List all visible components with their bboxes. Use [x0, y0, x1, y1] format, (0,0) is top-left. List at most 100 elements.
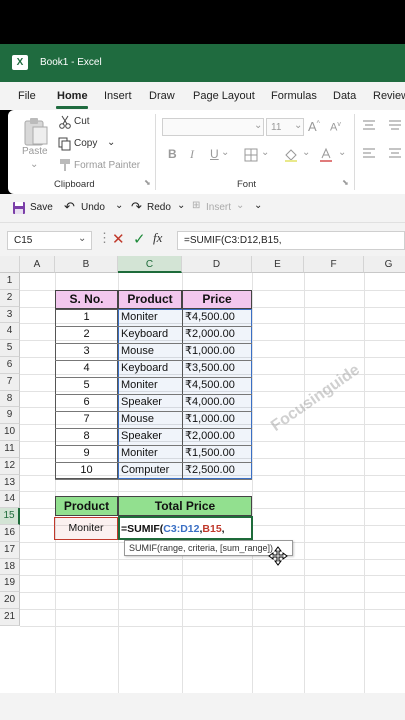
tab-draw[interactable]: Draw — [149, 90, 175, 102]
save-icon[interactable] — [12, 201, 26, 215]
row-header-21[interactable]: 21 — [0, 609, 20, 626]
row-header-17[interactable]: 17 — [0, 541, 20, 559]
increase-font-size-icon[interactable]: A^ — [308, 119, 320, 134]
column-header-a[interactable]: A — [20, 256, 55, 273]
cut-button[interactable]: Cut — [74, 116, 90, 127]
tab-insert[interactable]: Insert — [104, 90, 132, 102]
copy-dropdown-icon[interactable]: ⌄ — [107, 137, 115, 148]
select-all-corner[interactable] — [0, 256, 20, 273]
bold-button[interactable]: B — [168, 147, 177, 161]
product-cell[interactable]: Moniter — [121, 445, 182, 462]
sno-cell[interactable]: 7 — [55, 411, 118, 428]
font-color-icon[interactable] — [318, 147, 334, 163]
row-header-14[interactable]: 14 — [0, 491, 20, 509]
price-cell[interactable]: ₹4,500.00 — [185, 309, 252, 326]
tab-file[interactable]: File — [18, 90, 36, 102]
font-name-dropdown-icon[interactable]: ⌄ — [254, 120, 262, 131]
summary-header-product[interactable]: Product — [55, 496, 118, 516]
column-header-f[interactable]: F — [304, 256, 364, 273]
customize-qat-icon[interactable]: ⌄ — [254, 200, 262, 211]
borders-dropdown-icon[interactable]: ⌄ — [261, 147, 269, 158]
sno-cell[interactable]: 3 — [55, 343, 118, 360]
format-painter-button[interactable]: Format Painter — [74, 160, 140, 171]
summary-header-total-price[interactable]: Total Price — [118, 496, 252, 516]
active-cell-c15[interactable]: =SUMIF(C3:D12,B15, — [118, 516, 253, 540]
redo-dropdown-icon[interactable]: ⌄ — [177, 200, 185, 211]
product-cell[interactable]: Computer — [121, 462, 182, 479]
font-name-box[interactable] — [162, 118, 264, 136]
price-cell[interactable]: ₹1,000.00 — [185, 411, 252, 428]
sno-cell[interactable]: 5 — [55, 377, 118, 394]
price-cell[interactable]: ₹4,000.00 — [185, 394, 252, 411]
align-center-icon[interactable] — [388, 148, 402, 160]
underline-dropdown-icon[interactable]: ⌄ — [221, 147, 229, 158]
price-cell[interactable]: ₹2,000.00 — [185, 428, 252, 445]
row-header-7[interactable]: 7 — [0, 373, 20, 391]
row-header-6[interactable]: 6 — [0, 357, 20, 374]
format-painter-icon[interactable] — [58, 158, 72, 172]
price-cell[interactable]: ₹2,000.00 — [185, 326, 252, 343]
tab-page-layout[interactable]: Page Layout — [193, 90, 255, 102]
underline-button[interactable]: U — [210, 147, 219, 161]
row-header-1[interactable]: 1 — [0, 273, 20, 290]
row-header-16[interactable]: 16 — [0, 525, 20, 542]
italic-button[interactable]: I — [190, 147, 194, 162]
decrease-font-size-icon[interactable]: Av — [330, 121, 341, 134]
column-header-b[interactable]: B — [55, 256, 118, 273]
borders-icon[interactable] — [244, 148, 258, 162]
align-left-icon[interactable] — [362, 148, 376, 160]
copy-button[interactable]: Copy — [74, 138, 97, 149]
middle-align-icon[interactable] — [388, 120, 402, 132]
paste-label[interactable]: Paste — [22, 146, 48, 157]
row-header-5[interactable]: 5 — [0, 340, 20, 357]
enter-icon[interactable]: ✓ — [133, 230, 146, 248]
row-header-10[interactable]: 10 — [0, 424, 20, 441]
row-header-3[interactable]: 3 — [0, 306, 20, 324]
tab-review[interactable]: Review — [373, 90, 405, 102]
insert-button[interactable]: Insert — [206, 202, 231, 213]
fill-color-dropdown-icon[interactable]: ⌄ — [302, 147, 310, 158]
product-cell[interactable]: Mouse — [121, 343, 182, 360]
row-header-4[interactable]: 4 — [0, 323, 20, 341]
sno-cell[interactable]: 4 — [55, 360, 118, 377]
sno-cell[interactable]: 8 — [55, 428, 118, 445]
redo-button[interactable]: Redo — [147, 202, 171, 213]
row-header-11[interactable]: 11 — [0, 441, 20, 458]
formula-input[interactable]: =SUMIF(C3:D12,B15, — [177, 231, 405, 250]
product-cell[interactable]: Speaker — [121, 394, 182, 411]
price-cell[interactable]: ₹1,500.00 — [185, 445, 252, 462]
price-cell[interactable]: ₹1,000.00 — [185, 343, 252, 360]
price-cell[interactable]: ₹3,500.00 — [185, 360, 252, 377]
header-s-no[interactable]: S. No. — [55, 290, 118, 309]
copy-icon[interactable] — [58, 137, 72, 151]
tab-home[interactable]: Home — [57, 90, 88, 102]
row-header-20[interactable]: 20 — [0, 592, 20, 609]
undo-icon[interactable]: ↶ — [64, 199, 75, 215]
row-header-2[interactable]: 2 — [0, 289, 20, 307]
more-options-icon[interactable]: ⋮ — [98, 230, 111, 246]
header-product[interactable]: Product — [118, 290, 182, 309]
sno-cell[interactable]: 2 — [55, 326, 118, 343]
font-launcher-icon[interactable]: ⬊ — [342, 178, 349, 187]
cancel-icon[interactable]: ✕ — [112, 230, 125, 248]
font-size-dropdown-icon[interactable]: ⌄ — [294, 120, 302, 131]
insert-cells-icon[interactable]: ⊞ — [192, 200, 200, 211]
product-cell[interactable]: Keyboard — [121, 360, 182, 377]
fill-color-icon[interactable] — [283, 147, 299, 163]
product-cell[interactable]: Moniter — [121, 309, 182, 326]
product-cell[interactable]: Mouse — [121, 411, 182, 428]
column-header-d[interactable]: D — [182, 256, 252, 273]
price-cell[interactable]: ₹4,500.00 — [185, 377, 252, 394]
sno-cell[interactable]: 10 — [55, 462, 118, 479]
top-align-icon[interactable] — [362, 120, 376, 132]
undo-dropdown-icon[interactable]: ⌄ — [115, 200, 123, 211]
name-box-dropdown-icon[interactable]: ⌄ — [78, 233, 86, 244]
price-cell[interactable]: ₹2,500.00 — [185, 462, 252, 479]
row-header-19[interactable]: 19 — [0, 575, 20, 593]
row-header-8[interactable]: 8 — [0, 390, 20, 408]
row-header-12[interactable]: 12 — [0, 457, 20, 475]
font-color-dropdown-icon[interactable]: ⌄ — [338, 147, 346, 158]
sno-cell[interactable]: 9 — [55, 445, 118, 462]
insert-dropdown-icon[interactable]: ⌄ — [236, 200, 244, 211]
column-header-c[interactable]: C — [118, 256, 182, 273]
